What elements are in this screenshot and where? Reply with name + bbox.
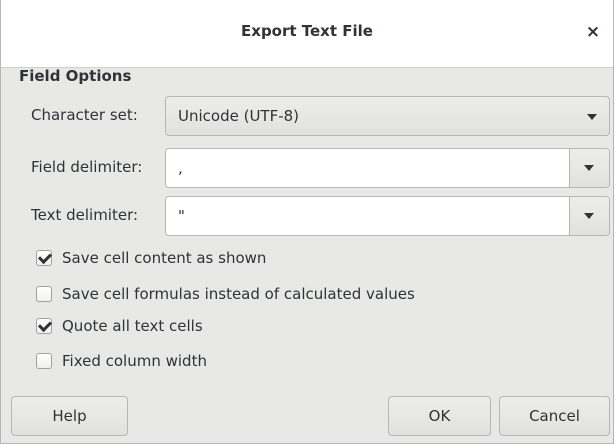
checkbox-label: Quote all text cells: [62, 317, 203, 335]
field-delimiter-dropdown-button[interactable]: [569, 149, 609, 187]
text-delimiter-input[interactable]: ": [178, 207, 558, 225]
section-title-field-options: Field Options: [19, 67, 132, 85]
chevron-down-icon: [584, 213, 594, 219]
ok-button[interactable]: OK: [388, 396, 491, 436]
checkbox-label: Fixed column width: [62, 352, 207, 370]
field-delimiter-combo: ,: [165, 148, 610, 188]
checkbox-quote-all-text-cells[interactable]: [36, 318, 52, 334]
option-save-cell-content-as-shown[interactable]: Save cell content as shown: [36, 248, 266, 268]
checkbox-label: Save cell formulas instead of calculated…: [62, 285, 415, 303]
character-set-select[interactable]: Unicode (UTF-8): [165, 96, 610, 136]
checkbox-fixed-column-width[interactable]: [36, 353, 52, 369]
chevron-down-icon: [587, 114, 597, 120]
chevron-down-icon: [584, 165, 594, 171]
cancel-button[interactable]: Cancel: [499, 396, 610, 436]
text-delimiter-dropdown-button[interactable]: [569, 197, 609, 235]
dialog-title: Export Text File: [241, 22, 373, 40]
close-button[interactable]: ×: [579, 18, 607, 46]
checkbox-label: Save cell content as shown: [62, 249, 267, 267]
help-button[interactable]: Help: [11, 396, 128, 436]
option-quote-all-text-cells[interactable]: Quote all text cells: [36, 316, 203, 336]
field-delimiter-label: Field delimiter:: [31, 158, 143, 176]
text-delimiter-label: Text delimiter:: [31, 206, 139, 224]
option-fixed-column-width[interactable]: Fixed column width: [36, 351, 207, 371]
close-icon: ×: [585, 22, 601, 42]
field-delimiter-input[interactable]: ,: [178, 159, 558, 177]
option-save-cell-formulas[interactable]: Save cell formulas instead of calculated…: [36, 284, 415, 304]
checkbox-save-cell-formulas[interactable]: [36, 286, 52, 302]
text-delimiter-combo: ": [165, 196, 610, 236]
checkbox-save-cell-content[interactable]: [36, 250, 52, 266]
character-set-value: Unicode (UTF-8): [178, 107, 300, 125]
export-text-file-dialog: Export Text File × Field Options Charact…: [0, 0, 614, 444]
title-bar: Export Text File ×: [1, 0, 613, 68]
character-set-label: Character set:: [31, 106, 138, 124]
